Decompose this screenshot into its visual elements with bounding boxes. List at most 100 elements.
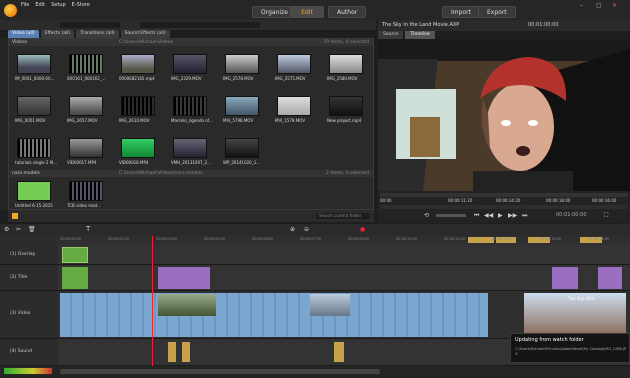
- track-video[interactable]: The day after: [58, 291, 630, 339]
- search-input[interactable]: Search current folder: [316, 213, 370, 219]
- tab-video[interactable]: Video (all): [8, 30, 39, 38]
- zoom-in-icon[interactable]: ⊕: [290, 226, 295, 233]
- minimize-icon[interactable]: –: [580, 2, 583, 9]
- import-button[interactable]: Import: [442, 6, 480, 18]
- export-button[interactable]: Export: [478, 6, 516, 18]
- tab-effects[interactable]: Effects (all): [40, 30, 75, 38]
- ruler-tick-label: 00:00:16:30: [588, 237, 610, 241]
- tab-timeline[interactable]: Timeline: [405, 31, 435, 39]
- title-clip[interactable]: [598, 267, 622, 289]
- media-thumbnail[interactable]: [173, 138, 207, 158]
- media-thumbnail[interactable]: [121, 96, 155, 116]
- video-clip[interactable]: The day after: [524, 293, 626, 337]
- timeline-ruler[interactable]: 00:00:00:00 00:00:01:30 00:00:03:00 00:00:0…: [58, 236, 630, 245]
- timeline-scrollbar[interactable]: [0, 366, 630, 378]
- library-footer: Search current folder: [8, 210, 374, 222]
- section-header[interactable]: naro models C:\Users\Michael\Videos\naro…: [9, 170, 373, 177]
- step-back-icon[interactable]: ◀◀: [484, 212, 493, 219]
- preview-trim-bar[interactable]: [380, 205, 628, 209]
- loop-icon[interactable]: ⟲: [424, 212, 429, 219]
- menu-file[interactable]: File: [21, 2, 29, 8]
- menu-edit[interactable]: Edit: [35, 2, 45, 8]
- text-tool-icon[interactable]: T: [86, 225, 90, 233]
- media-thumbnail[interactable]: [69, 138, 103, 158]
- close-icon[interactable]: ✕: [612, 2, 617, 9]
- section-header[interactable]: Videos C:\Users\Michael\Videos 70 items,…: [9, 39, 373, 46]
- play-icon[interactable]: ▶: [498, 212, 503, 219]
- go-start-icon[interactable]: ⏮: [474, 212, 479, 220]
- media-thumbnail[interactable]: [17, 138, 51, 158]
- title-clip[interactable]: [62, 267, 88, 289]
- media-thumbnail[interactable]: [69, 181, 103, 201]
- maximize-icon[interactable]: ▢: [596, 2, 602, 9]
- menu-estore[interactable]: E-Store: [72, 2, 90, 8]
- media-thumbnail[interactable]: [17, 96, 51, 116]
- tab-source[interactable]: Source: [378, 31, 404, 39]
- settings-icon[interactable]: ⚙: [4, 226, 9, 233]
- scroll-thumb[interactable]: [60, 369, 380, 374]
- media-thumbnail[interactable]: [121, 54, 155, 74]
- media-thumbnail[interactable]: [329, 96, 363, 116]
- go-end-icon[interactable]: ⏭: [522, 212, 527, 220]
- overlay-clip[interactable]: [62, 247, 88, 263]
- media-thumbnail[interactable]: [69, 96, 103, 116]
- track-overlay[interactable]: [58, 245, 630, 265]
- view-mode-icon[interactable]: [12, 213, 18, 219]
- zoom-out-icon[interactable]: ⊖: [304, 226, 309, 233]
- track-label: (3) Video: [10, 311, 31, 316]
- media-thumbnail[interactable]: [173, 96, 207, 116]
- preview-image: [378, 39, 630, 191]
- video-clip[interactable]: [60, 293, 488, 337]
- playhead[interactable]: [152, 236, 153, 366]
- media-thumbnail[interactable]: [225, 54, 259, 74]
- video-preview-frame[interactable]: [378, 39, 630, 191]
- ruler-tick-label: 00:00:10:30: [396, 237, 418, 241]
- step-forward-icon[interactable]: ▶▶: [508, 212, 517, 219]
- media-thumbnail[interactable]: [277, 54, 311, 74]
- volume-slider[interactable]: [436, 214, 466, 217]
- media-caption: IMG_2580.MOV: [327, 76, 358, 81]
- tab-transitions[interactable]: Transitions (all): [76, 30, 119, 38]
- library-breadcrumb[interactable]: [60, 22, 120, 28]
- media-thumbnail[interactable]: [17, 54, 51, 74]
- mode-edit-button[interactable]: Edit: [290, 6, 324, 18]
- record-icon[interactable]: ●: [360, 226, 365, 233]
- library-location-field[interactable]: [140, 22, 260, 28]
- preview-controls: 00:00 00:00:11:20 00:00:14:20 00:00:18:0…: [378, 191, 630, 223]
- media-thumbnail[interactable]: [277, 96, 311, 116]
- media-caption: IMG_2575.MOV: [275, 76, 306, 81]
- preview-time-label: 00:00:16:00: [592, 198, 617, 203]
- track-header-title[interactable]: (2) Title: [0, 265, 58, 291]
- delete-icon[interactable]: 🗑: [28, 226, 36, 233]
- track-title[interactable]: [58, 265, 630, 291]
- audio-clip[interactable]: [182, 342, 190, 362]
- fullscreen-icon[interactable]: ⛶: [604, 212, 608, 220]
- media-thumbnail[interactable]: [329, 54, 363, 74]
- marker-clip[interactable]: [468, 237, 494, 243]
- track-header-video[interactable]: (3) Video: [0, 291, 58, 339]
- scissors-icon[interactable]: ✂: [16, 226, 21, 233]
- mode-author-button[interactable]: Author: [328, 6, 367, 18]
- media-caption: VID00018.MP4: [119, 160, 149, 165]
- menu-setup[interactable]: Setup: [51, 2, 66, 8]
- track-header-sound[interactable]: (4) Sound: [0, 339, 58, 366]
- track-header-top: [0, 236, 58, 245]
- library-tabs: Video (all) Effects (all) Transitions (a…: [8, 30, 170, 38]
- preview-scrubber[interactable]: [380, 193, 628, 197]
- track-header-overlay[interactable]: (1) Overlay: [0, 245, 58, 265]
- ruler-tick-label: 00:00:01:30: [108, 237, 130, 241]
- media-thumbnail[interactable]: [17, 181, 51, 201]
- media-thumbnail[interactable]: [121, 138, 155, 158]
- media-caption: TCB video mod...: [67, 203, 101, 208]
- notification-toast[interactable]: Updating from watch folder C:\Users\Mich…: [510, 333, 630, 363]
- library-navigator-strip[interactable]: [0, 38, 8, 210]
- tab-sound-effects[interactable]: Sound Effects (all): [120, 30, 170, 38]
- media-thumbnail[interactable]: [173, 54, 207, 74]
- media-thumbnail[interactable]: [69, 54, 103, 74]
- audio-clip[interactable]: [334, 342, 344, 362]
- title-clip[interactable]: [552, 267, 578, 289]
- audio-clip[interactable]: [168, 342, 176, 362]
- media-thumbnail[interactable]: [225, 138, 259, 158]
- media-thumbnail[interactable]: [225, 96, 259, 116]
- title-clip[interactable]: [158, 267, 210, 289]
